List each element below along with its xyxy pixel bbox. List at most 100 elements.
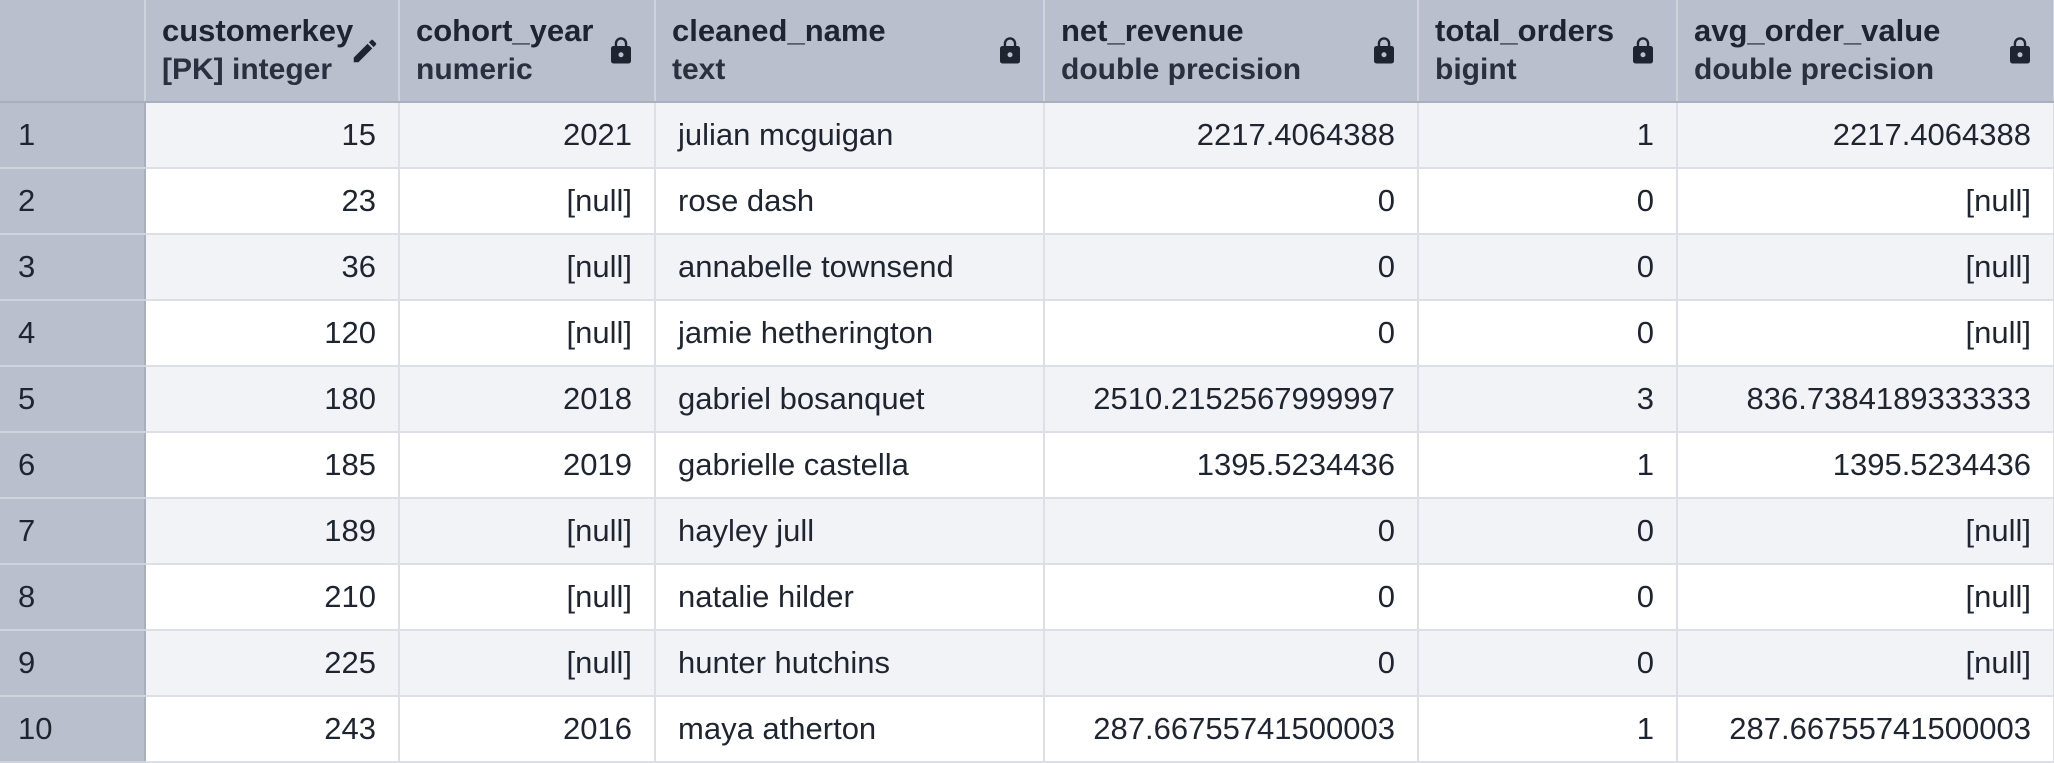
cell-cleaned-name[interactable]: gabrielle castella bbox=[655, 432, 1045, 499]
column-type: text bbox=[672, 52, 726, 86]
table-row: 2 23 [null] rose dash 0 0 [null] bbox=[0, 168, 2054, 235]
column-header-customerkey[interactable]: customerkey [PK] integer bbox=[145, 0, 400, 103]
cell-customerkey[interactable]: 23 bbox=[145, 168, 400, 235]
column-header-total-orders[interactable]: total_orders bigint bbox=[1418, 0, 1678, 103]
row-number[interactable]: 6 bbox=[0, 432, 146, 499]
cell-cleaned-name[interactable]: natalie hilder bbox=[655, 564, 1045, 631]
cell-avg-order-value[interactable]: 836.7384189333333 bbox=[1677, 366, 2054, 433]
cell-cohort-year[interactable]: [null] bbox=[399, 498, 656, 565]
cell-total-orders[interactable]: 0 bbox=[1418, 168, 1678, 235]
row-number[interactable]: 5 bbox=[0, 366, 146, 433]
cell-net-revenue[interactable]: 0 bbox=[1044, 234, 1419, 301]
cell-net-revenue[interactable]: 0 bbox=[1044, 300, 1419, 367]
column-header-net-revenue[interactable]: net_revenue double precision bbox=[1044, 0, 1419, 103]
column-header-cleaned-name[interactable]: cleaned_name text bbox=[655, 0, 1045, 103]
cell-cleaned-name[interactable]: gabriel bosanquet bbox=[655, 366, 1045, 433]
cell-total-orders[interactable]: 0 bbox=[1418, 564, 1678, 631]
table-row: 1 15 2021 julian mcguigan 2217.4064388 1… bbox=[0, 102, 2054, 169]
cell-avg-order-value[interactable]: [null] bbox=[1677, 498, 2054, 565]
cell-cohort-year[interactable]: [null] bbox=[399, 630, 656, 697]
column-name: cleaned_name bbox=[672, 12, 886, 48]
cell-total-orders[interactable]: 0 bbox=[1418, 300, 1678, 367]
header-row: customerkey [PK] integer cohort_year num… bbox=[0, 0, 2054, 103]
cell-avg-order-value[interactable]: 2217.4064388 bbox=[1677, 102, 2054, 169]
cell-cleaned-name[interactable]: jamie hetherington bbox=[655, 300, 1045, 367]
table-row: 5 180 2018 gabriel bosanquet 2510.215256… bbox=[0, 366, 2054, 433]
cell-total-orders[interactable]: 0 bbox=[1418, 630, 1678, 697]
cell-customerkey[interactable]: 15 bbox=[145, 102, 400, 169]
cell-customerkey[interactable]: 185 bbox=[145, 432, 400, 499]
cell-total-orders[interactable]: 0 bbox=[1418, 234, 1678, 301]
row-number[interactable]: 8 bbox=[0, 564, 146, 631]
column-type: double precision bbox=[1694, 52, 1935, 86]
cell-customerkey[interactable]: 36 bbox=[145, 234, 400, 301]
column-name: total_orders bbox=[1435, 12, 1615, 48]
cell-avg-order-value[interactable]: 1395.5234436 bbox=[1677, 432, 2054, 499]
cell-net-revenue[interactable]: 0 bbox=[1044, 564, 1419, 631]
cell-cleaned-name[interactable]: annabelle townsend bbox=[655, 234, 1045, 301]
column-type: [PK] integer bbox=[162, 52, 333, 86]
table-row: 7 189 [null] hayley jull 0 0 [null] bbox=[0, 498, 2054, 565]
table-row: 6 185 2019 gabrielle castella 1395.52344… bbox=[0, 432, 2054, 499]
lock-icon bbox=[1633, 37, 1653, 64]
cell-cleaned-name[interactable]: maya atherton bbox=[655, 696, 1045, 763]
cell-cohort-year[interactable]: [null] bbox=[399, 564, 656, 631]
cell-net-revenue[interactable]: 0 bbox=[1044, 630, 1419, 697]
row-number[interactable]: 10 bbox=[0, 696, 146, 763]
table-row: 3 36 [null] annabelle townsend 0 0 [null… bbox=[0, 234, 2054, 301]
cell-customerkey[interactable]: 210 bbox=[145, 564, 400, 631]
cell-net-revenue[interactable]: 0 bbox=[1044, 498, 1419, 565]
cell-net-revenue[interactable]: 2510.2152567999997 bbox=[1044, 366, 1419, 433]
cell-net-revenue[interactable]: 287.66755741500003 bbox=[1044, 696, 1419, 763]
cell-customerkey[interactable]: 180 bbox=[145, 366, 400, 433]
row-number[interactable]: 3 bbox=[0, 234, 146, 301]
cell-cleaned-name[interactable]: julian mcguigan bbox=[655, 102, 1045, 169]
cell-cleaned-name[interactable]: hunter hutchins bbox=[655, 630, 1045, 697]
cell-cohort-year[interactable]: [null] bbox=[399, 300, 656, 367]
cell-cohort-year[interactable]: 2019 bbox=[399, 432, 656, 499]
cell-total-orders[interactable]: 1 bbox=[1418, 696, 1678, 763]
row-number[interactable]: 2 bbox=[0, 168, 146, 235]
row-number[interactable]: 7 bbox=[0, 498, 146, 565]
cell-avg-order-value[interactable]: [null] bbox=[1677, 300, 2054, 367]
cell-total-orders[interactable]: 1 bbox=[1418, 432, 1678, 499]
table-row: 4 120 [null] jamie hetherington 0 0 [nul… bbox=[0, 300, 2054, 367]
cell-customerkey[interactable]: 120 bbox=[145, 300, 400, 367]
select-all-corner[interactable] bbox=[0, 0, 146, 103]
pencil-icon[interactable] bbox=[350, 34, 380, 68]
cell-cohort-year[interactable]: 2016 bbox=[399, 696, 656, 763]
column-name: cohort_year bbox=[416, 12, 594, 48]
cell-cleaned-name[interactable]: hayley jull bbox=[655, 498, 1045, 565]
table-row: 8 210 [null] natalie hilder 0 0 [null] bbox=[0, 564, 2054, 631]
column-type: bigint bbox=[1435, 52, 1517, 86]
cell-cohort-year[interactable]: [null] bbox=[399, 234, 656, 301]
row-number[interactable]: 4 bbox=[0, 300, 146, 367]
cell-total-orders[interactable]: 1 bbox=[1418, 102, 1678, 169]
cell-total-orders[interactable]: 0 bbox=[1418, 498, 1678, 565]
cell-customerkey[interactable]: 225 bbox=[145, 630, 400, 697]
row-number[interactable]: 1 bbox=[0, 102, 146, 169]
lock-icon bbox=[1000, 37, 1020, 64]
cell-customerkey[interactable]: 243 bbox=[145, 696, 400, 763]
cell-cohort-year[interactable]: 2021 bbox=[399, 102, 656, 169]
column-header-avg-order-value[interactable]: avg_order_value double precision bbox=[1677, 0, 2054, 103]
cell-net-revenue[interactable]: 0 bbox=[1044, 168, 1419, 235]
data-grid: customerkey [PK] integer cohort_year num… bbox=[0, 0, 2054, 763]
column-header-cohort-year[interactable]: cohort_year numeric bbox=[399, 0, 656, 103]
cell-total-orders[interactable]: 3 bbox=[1418, 366, 1678, 433]
cell-customerkey[interactable]: 189 bbox=[145, 498, 400, 565]
cell-cohort-year[interactable]: [null] bbox=[399, 168, 656, 235]
lock-icon bbox=[1374, 37, 1394, 64]
cell-avg-order-value[interactable]: [null] bbox=[1677, 564, 2054, 631]
cell-avg-order-value[interactable]: [null] bbox=[1677, 234, 2054, 301]
cell-net-revenue[interactable]: 1395.5234436 bbox=[1044, 432, 1419, 499]
cell-cohort-year[interactable]: 2018 bbox=[399, 366, 656, 433]
cell-avg-order-value[interactable]: [null] bbox=[1677, 630, 2054, 697]
row-number[interactable]: 9 bbox=[0, 630, 146, 697]
cell-net-revenue[interactable]: 2217.4064388 bbox=[1044, 102, 1419, 169]
cell-cleaned-name[interactable]: rose dash bbox=[655, 168, 1045, 235]
column-name: customerkey bbox=[162, 12, 354, 48]
cell-avg-order-value[interactable]: 287.66755741500003 bbox=[1677, 696, 2054, 763]
cell-avg-order-value[interactable]: [null] bbox=[1677, 168, 2054, 235]
table-row: 10 243 2016 maya atherton 287.6675574150… bbox=[0, 696, 2054, 763]
